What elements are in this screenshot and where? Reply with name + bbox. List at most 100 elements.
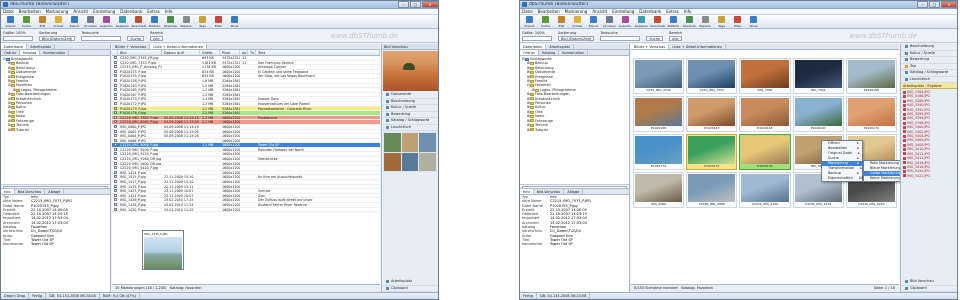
row-checkbox[interactable] bbox=[114, 157, 117, 161]
tree-node[interactable]: ⊞ Tutorial bbox=[522, 128, 627, 132]
toolbar-ordner-button[interactable]: Ordner bbox=[51, 16, 66, 28]
tab-ordner[interactable]: Ordner bbox=[520, 50, 540, 55]
row-checkbox[interactable] bbox=[114, 88, 117, 92]
toolbar-ausschn-button[interactable]: Ausschn. bbox=[99, 16, 114, 28]
tree-node[interactable]: ⊞ Tutorial bbox=[3, 128, 108, 132]
toolbar-suche-button[interactable]: Suche bbox=[538, 16, 553, 28]
menu-datei[interactable]: Datei bbox=[3, 9, 14, 14]
menu-einstellung[interactable]: Einstellung bbox=[93, 9, 115, 14]
toolbar-drucken-button[interactable]: Drucken bbox=[602, 16, 617, 28]
toolbar-drucken-button[interactable]: Drucken bbox=[83, 16, 98, 28]
row-checkbox[interactable] bbox=[114, 180, 117, 184]
search-button[interactable]: Suche bbox=[127, 35, 145, 41]
tab-thumbnails[interactable]: Bilder + Vorschau bbox=[631, 44, 670, 49]
thumbnail[interactable]: C2220_IMG_9100 bbox=[739, 172, 791, 208]
menu-info[interactable]: Info bbox=[684, 9, 692, 14]
row-checkbox[interactable] bbox=[114, 152, 117, 156]
toolbar-import-button[interactable]: Import bbox=[522, 16, 537, 28]
minimize-button[interactable]: – bbox=[398, 1, 409, 8]
row-checkbox[interactable] bbox=[114, 166, 117, 170]
row-checkbox[interactable] bbox=[114, 97, 117, 101]
menu-bearbeiten[interactable]: Bearbeiten bbox=[538, 9, 560, 14]
row-checkbox[interactable] bbox=[114, 189, 117, 193]
thumbnail[interactable]: P1020158 bbox=[633, 96, 685, 132]
thumbnail[interactable]: P1020170 bbox=[845, 96, 897, 132]
toolbar-filter-button[interactable]: Filter bbox=[211, 16, 226, 28]
table-row[interactable]: IMG_1430_P.jpg 25.01.2010 11:25 1600x1200 bbox=[112, 207, 380, 213]
row-checkbox[interactable] bbox=[114, 92, 117, 96]
toolbar-verschieben-button[interactable]: Verschieben bbox=[650, 16, 665, 28]
row-checkbox[interactable] bbox=[114, 203, 117, 206]
text-search-input[interactable] bbox=[600, 35, 641, 41]
thumbnail[interactable]: P1020156 bbox=[845, 58, 897, 94]
row-checkbox[interactable] bbox=[114, 74, 117, 78]
row-checkbox[interactable] bbox=[114, 129, 117, 133]
row-checkbox[interactable] bbox=[114, 184, 117, 188]
row-checkbox[interactable] bbox=[114, 147, 117, 151]
menu-einstellung[interactable]: Einstellung bbox=[612, 9, 634, 14]
thumbnail[interactable]: P1020172 bbox=[633, 134, 685, 170]
close-button[interactable]: ✕ bbox=[941, 1, 957, 8]
toolbar-filter-button[interactable]: Filter bbox=[730, 16, 745, 28]
file-item[interactable]: IMG_5422.JPG bbox=[903, 174, 955, 178]
row-checkbox[interactable] bbox=[114, 111, 117, 115]
row-checkbox[interactable] bbox=[114, 175, 117, 179]
toolbar-diashow-button[interactable]: Diashow bbox=[163, 16, 178, 28]
toolbar-export-button[interactable]: Export bbox=[586, 16, 601, 28]
tab-ablage[interactable]: Ablage bbox=[564, 189, 584, 194]
tab-kombination[interactable]: Kombination bbox=[40, 50, 70, 55]
row-checkbox[interactable] bbox=[114, 170, 117, 174]
row-checkbox[interactable] bbox=[114, 83, 117, 87]
toolbar-bildinfo-button[interactable]: Bildinfo bbox=[666, 16, 681, 28]
thumbnail[interactable]: C220_IMG_2345 bbox=[633, 58, 685, 94]
thumbnail[interactable]: P1020167 bbox=[792, 96, 844, 132]
menu-bearbeiten[interactable]: Bearbeiten bbox=[19, 9, 41, 14]
tab-kombination[interactable]: Kombination bbox=[559, 50, 589, 55]
row-checkbox[interactable] bbox=[114, 198, 117, 202]
row-checkbox[interactable] bbox=[114, 115, 117, 119]
toolbar-kopieren-button[interactable]: Kopieren bbox=[634, 16, 649, 28]
thumbnail[interactable]: IMG_0066 bbox=[633, 172, 685, 208]
toolbar-import-button[interactable]: Import bbox=[3, 16, 18, 28]
column-header-text[interactable]: Text bbox=[256, 50, 380, 55]
tab-bild-vorschau[interactable]: Bild-Vorschau bbox=[534, 189, 565, 194]
tab-datenbank[interactable]: Datenbank bbox=[520, 44, 547, 49]
toolbar-bild-button[interactable]: Bild bbox=[554, 16, 569, 28]
tab-ordner[interactable]: Ordner bbox=[1, 50, 21, 55]
row-checkbox[interactable] bbox=[114, 65, 117, 69]
thumbnail[interactable]: C2220_IMG_9066 bbox=[686, 172, 738, 208]
toolbar-verschieben-button[interactable]: Verschieben bbox=[131, 16, 146, 28]
tab-arbeitsplatz[interactable]: Arbeitsplatz bbox=[27, 44, 56, 49]
menu-markierung[interactable]: Markierung bbox=[565, 9, 588, 14]
toolbar-show-button[interactable]: Show bbox=[746, 16, 761, 28]
tab-list-details[interactable]: Liste + Detail-Informationen bbox=[669, 44, 726, 49]
row-checkbox[interactable] bbox=[114, 106, 117, 110]
scope-select[interactable]: Alle bbox=[150, 35, 164, 41]
thumbnail[interactable]: P1020165 bbox=[739, 96, 791, 132]
tab-info[interactable]: Info bbox=[520, 189, 534, 194]
toolbar-suche-button[interactable]: Suche bbox=[19, 16, 34, 28]
menu-info[interactable]: Info bbox=[165, 9, 173, 14]
close-button[interactable]: ✕ bbox=[422, 1, 438, 8]
maximize-button[interactable]: □ bbox=[929, 1, 940, 8]
toolbar-diashow-button[interactable]: Diashow bbox=[682, 16, 697, 28]
sort-select[interactable]: Bild (Datum/Zeit) bbox=[39, 35, 76, 41]
menu-datenbank[interactable]: Datenbank bbox=[120, 9, 142, 14]
tab-ablage[interactable]: Ablage bbox=[45, 189, 65, 194]
row-checkbox[interactable] bbox=[114, 138, 117, 142]
minimize-button[interactable]: – bbox=[917, 1, 928, 8]
text-search-input[interactable] bbox=[81, 35, 122, 41]
toolbar-kopieren-button[interactable]: Kopieren bbox=[115, 16, 130, 28]
menu-datei[interactable]: Datei bbox=[522, 9, 533, 14]
thumbnail[interactable]: C220_IMG_7353 bbox=[686, 58, 738, 94]
toolbar-ausschn-button[interactable]: Ausschn. bbox=[618, 16, 633, 28]
column-header-av[interactable]: Av bbox=[240, 50, 248, 55]
tab-datenbank[interactable]: Datenbank bbox=[1, 44, 28, 49]
section-leuchttisch[interactable]: Leuchttisch bbox=[382, 125, 438, 131]
menu-extras[interactable]: Extras bbox=[666, 9, 679, 14]
scope-select[interactable]: Alle bbox=[669, 35, 683, 41]
menu-datenbank[interactable]: Datenbank bbox=[639, 9, 661, 14]
tab-katalog[interactable]: Katalog bbox=[539, 50, 560, 55]
column-header-tv[interactable]: Tv bbox=[248, 50, 256, 55]
row-checkbox[interactable] bbox=[114, 101, 117, 105]
